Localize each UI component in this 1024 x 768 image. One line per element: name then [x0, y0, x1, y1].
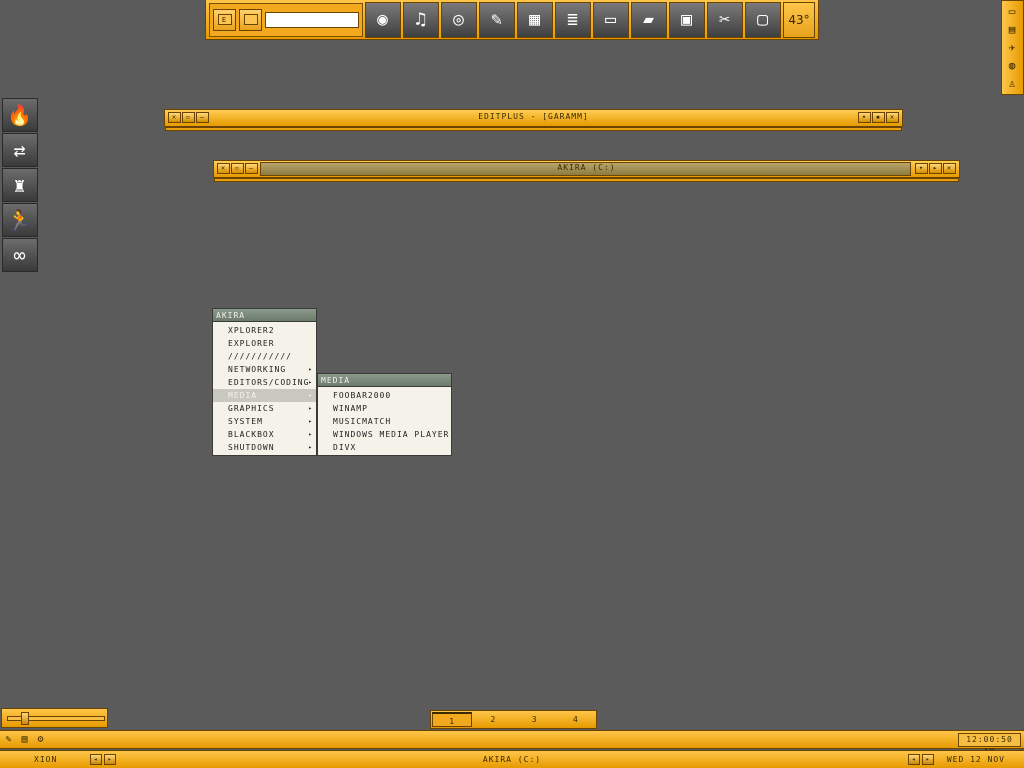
- menu-item-label: ///////////: [228, 352, 292, 361]
- monitor-icon[interactable]: ▭: [1005, 4, 1021, 20]
- media-menu-item[interactable]: MUSICMATCH: [318, 415, 451, 428]
- window-bottom-strip: [165, 127, 902, 131]
- submenu-arrow-icon: ▸: [308, 431, 313, 438]
- system-tray-bar: ✎ ▤ ⚙ 12:00:50 AM: [0, 730, 1024, 756]
- firewall-icon[interactable]: 🔥: [2, 98, 38, 132]
- submenu-arrow-icon: ▸: [308, 366, 313, 373]
- menu-item-label: SYSTEM: [228, 417, 263, 426]
- system-tray: ✎ ▤ ⚙: [2, 733, 48, 747]
- globe-icon[interactable]: ◍: [1005, 58, 1021, 74]
- root-menu-item[interactable]: ///////////: [213, 350, 316, 363]
- toolbar-command-area: E: [209, 2, 363, 37]
- close-right-button[interactable]: ✕: [943, 163, 956, 174]
- root-menu-item[interactable]: SHUTDOWN ▸: [213, 441, 316, 454]
- music-cd-icon[interactable]: ♫: [403, 1, 439, 38]
- top-launcher-bar: E ◉ ♫ ◎ ✎ ▦ ≣ ▭ ▰ ▣ ✂ ▢ 43°: [205, 0, 819, 40]
- workspace-pager: 1234: [430, 710, 597, 729]
- root-menu: AKIRA XPLORER2 EXPLORER /////////// NETWORK…: [212, 308, 317, 456]
- menu-item-label: EXPLORER: [228, 339, 275, 348]
- next-button[interactable]: ▸: [929, 163, 942, 174]
- workspace-1[interactable]: 1: [432, 712, 473, 727]
- media-menu-item[interactable]: DIVX: [318, 441, 451, 454]
- media-menu-title: MEDIA: [318, 374, 451, 387]
- date-label: WED 12 NOV: [946, 755, 1005, 764]
- root-menu-item[interactable]: MEDIA ▸: [213, 389, 316, 402]
- chess-icon[interactable]: ♜: [2, 168, 38, 202]
- root-menu-item[interactable]: SYSTEM ▸: [213, 415, 316, 428]
- workspace-4[interactable]: 4: [556, 712, 596, 727]
- window-editplus[interactable]: ✕ ▫ – EDITPLUS - [GARAMM] ▾ ▪ ✕: [164, 109, 903, 131]
- submenu-arrow-icon: ▸: [308, 379, 313, 386]
- temperature-readout: 43°: [783, 1, 815, 38]
- slider-knob[interactable]: [21, 712, 29, 725]
- toolbar-status-bar: XION ◂ ▸ AKIRA (C:) ◂ ▸ WED 12 NOV: [0, 750, 1024, 768]
- network-icon[interactable]: ⇄: [2, 133, 38, 167]
- next-task-button[interactable]: ▸: [922, 754, 934, 765]
- menu-item-label: GRAPHICS: [228, 404, 275, 413]
- submenu-arrow-icon: ▸: [308, 392, 313, 399]
- burn-disc-icon[interactable]: ◎: [441, 1, 477, 38]
- workspace-3[interactable]: 3: [515, 712, 555, 727]
- right-mini-tray: ▭ ▤ ✈ ◍ ♙: [1001, 0, 1024, 95]
- menu-item-label: MEDIA: [228, 391, 258, 400]
- aim-runner-icon[interactable]: 🏃: [2, 203, 38, 237]
- root-menu-item[interactable]: GRAPHICS ▸: [213, 402, 316, 415]
- submenu-arrow-icon: ▸: [308, 405, 313, 412]
- left-dock: 🔥 ⇄ ♜ 🏃 ∞: [2, 98, 38, 273]
- menu-item-label: EDITORS/CODING: [228, 378, 310, 387]
- submenu-arrow-icon: ▸: [308, 418, 313, 425]
- root-menu-item[interactable]: XPLORER2: [213, 324, 316, 337]
- bird-icon[interactable]: ✈: [1005, 40, 1021, 56]
- prev-task-button[interactable]: ◂: [908, 754, 920, 765]
- shade-button[interactable]: ▾: [858, 112, 871, 123]
- prefix-button[interactable]: E: [213, 8, 237, 31]
- folder-icon[interactable]: ▤: [1005, 22, 1021, 38]
- media-submenu: MEDIA FOOBAR2000 WINAMP MUSICMATCH WINDOWS …: [317, 373, 452, 456]
- window-title: EDITPLUS - [GARAMM]: [478, 112, 589, 121]
- media-menu-item[interactable]: WINAMP: [318, 402, 451, 415]
- graphics-tools-icon[interactable]: ✎: [479, 1, 515, 38]
- root-menu-item[interactable]: EXPLORER: [213, 337, 316, 350]
- tools-icon[interactable]: ✂: [707, 1, 743, 38]
- media-menu-item[interactable]: FOOBAR2000: [318, 389, 451, 402]
- cd-icon[interactable]: ◉: [365, 1, 401, 38]
- menu-item-label: BLACKBOX: [228, 430, 275, 439]
- root-menu-item[interactable]: BLACKBOX ▸: [213, 428, 316, 441]
- window-title: AKIRA (C:): [557, 163, 616, 172]
- ftp-folder-icon[interactable]: ▭: [593, 1, 629, 38]
- drive-icon[interactable]: ▰: [631, 1, 667, 38]
- windows-flag-icon[interactable]: ▦: [517, 1, 553, 38]
- workspace-2[interactable]: 2: [473, 712, 513, 727]
- current-task-label[interactable]: AKIRA (C:): [0, 755, 1024, 764]
- clock[interactable]: 12:00:50 AM: [958, 733, 1021, 756]
- root-menu-item[interactable]: NETWORKING ▸: [213, 363, 316, 376]
- menu-item-label: SHUTDOWN: [228, 443, 275, 452]
- menu-item-label: XPLORER2: [228, 326, 275, 335]
- launch-icons: ◉ ♫ ◎ ✎ ▦ ≣ ▭ ▰ ▣ ✂ ▢: [363, 1, 781, 38]
- document-icon[interactable]: ≣: [555, 1, 591, 38]
- volume-slider[interactable]: [1, 708, 108, 728]
- command-input[interactable]: [265, 11, 360, 28]
- root-menu-item[interactable]: EDITORS/CODING ▸: [213, 376, 316, 389]
- tools-tray-icon[interactable]: ✎: [2, 733, 16, 747]
- submenu-arrow-icon: ▸: [308, 444, 313, 451]
- media-menu-item[interactable]: WINDOWS MEDIA PLAYER: [318, 428, 451, 441]
- link-icon[interactable]: ∞: [2, 238, 38, 272]
- monitor-icon[interactable]: ▣: [669, 1, 705, 38]
- window-icon[interactable]: ▢: [745, 1, 781, 38]
- window-bottom-strip: [214, 178, 959, 182]
- close-right-button[interactable]: ✕: [886, 112, 899, 123]
- calendar-tray-icon[interactable]: ▤: [18, 733, 32, 747]
- window-toggle-button[interactable]: [239, 8, 263, 31]
- settings-tray-icon[interactable]: ⚙: [34, 733, 48, 747]
- sticky-button[interactable]: ▪: [872, 112, 885, 123]
- shade-button[interactable]: ▾: [915, 163, 928, 174]
- menu-item-label: NETWORKING: [228, 365, 287, 374]
- window-akira-drive[interactable]: ✕ ▫ – AKIRA (C:) ▾ ▸ ✕: [213, 160, 960, 182]
- user-icon[interactable]: ♙: [1005, 76, 1021, 92]
- root-menu-title: AKIRA: [213, 309, 316, 322]
